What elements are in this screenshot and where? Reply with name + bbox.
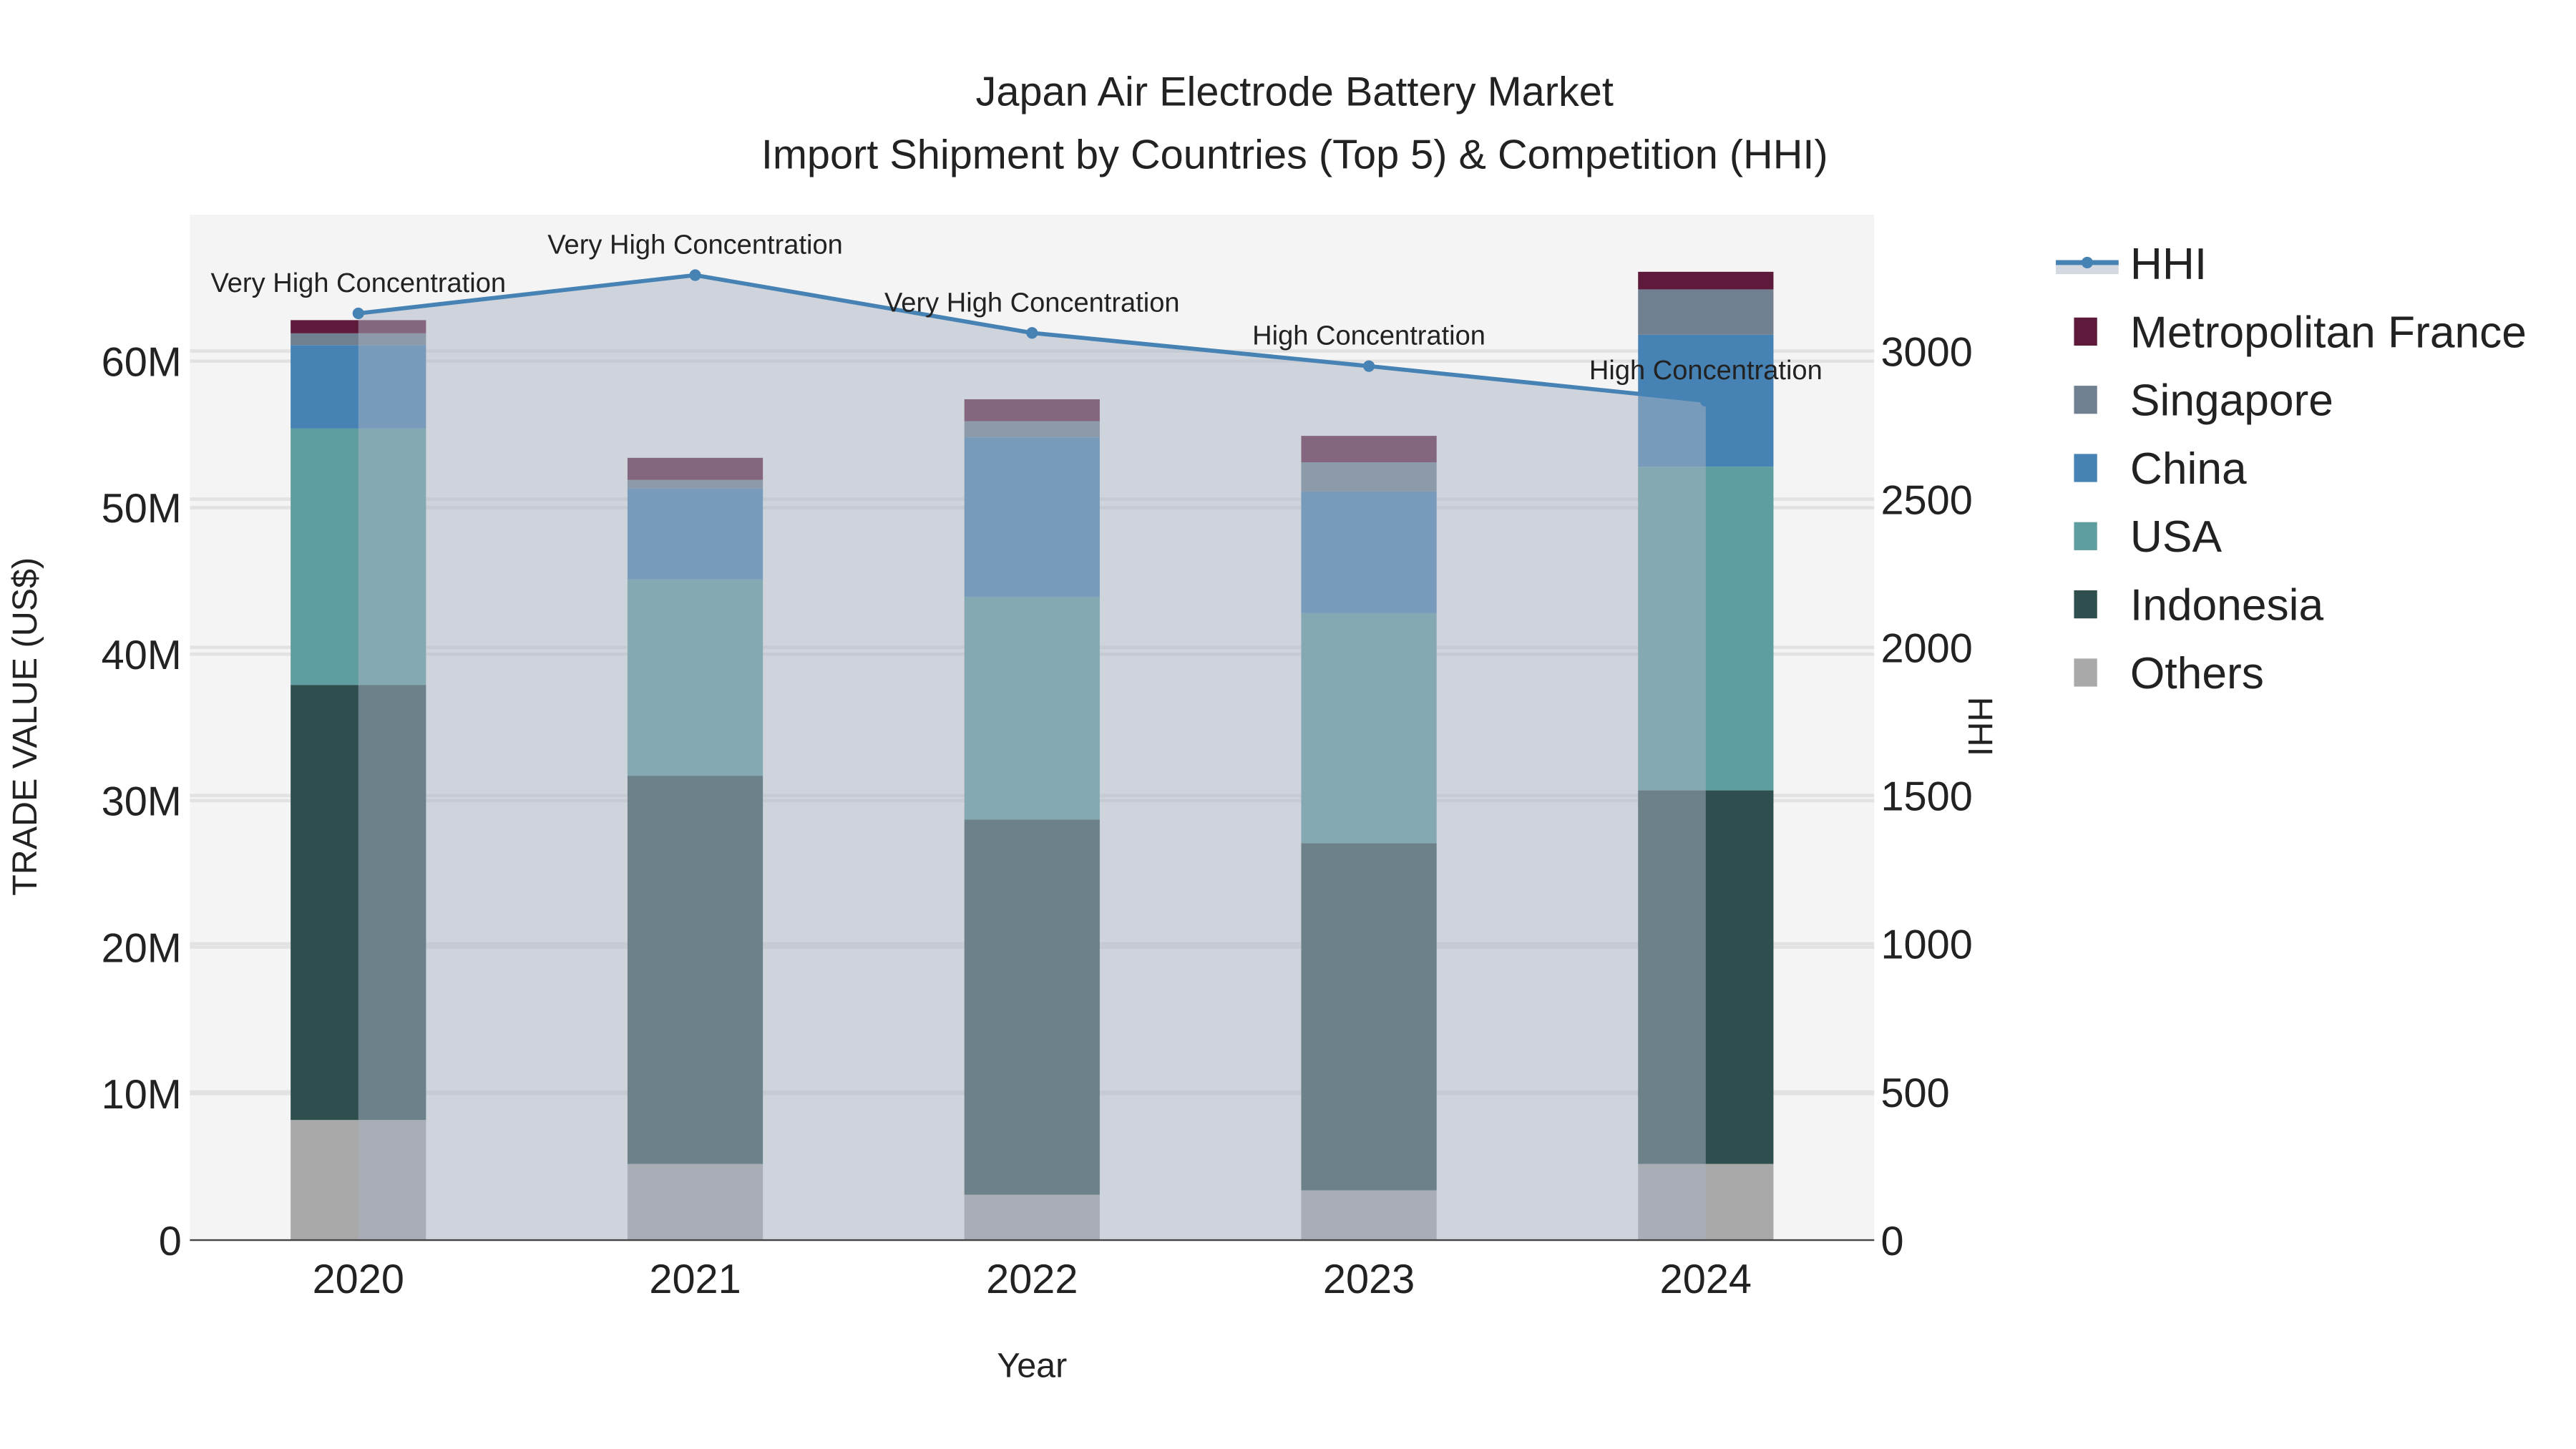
- hhi-annotation-2020: Very High Concentration: [210, 268, 506, 298]
- y2-axis-ticks: 0 500 1000 1500 2000 2500 3000: [1880, 329, 1972, 1264]
- hhi-point-2022: [1026, 327, 1038, 339]
- chart: Very High Concentration Very High Concent…: [6, 69, 2527, 1385]
- x-tick-label: 2022: [986, 1257, 1078, 1302]
- hhi-point-2024: [1699, 395, 1712, 407]
- y2-tick-label: 0: [1880, 1219, 1903, 1264]
- legend-swatch: [2074, 522, 2097, 550]
- legend-item-hhi: HHI: [2056, 240, 2207, 289]
- y-tick-label: 30M: [102, 779, 182, 825]
- legend-swatch: [2074, 590, 2097, 619]
- legend-label: Singapore: [2130, 376, 2333, 426]
- legend-label: USA: [2130, 512, 2223, 562]
- legend-swatch: [2074, 386, 2097, 414]
- y2-tick-label: 3000: [1880, 329, 1972, 375]
- hhi-point-2021: [689, 269, 701, 281]
- legend-label: HHI: [2130, 240, 2207, 289]
- legend-label: Others: [2130, 649, 2264, 698]
- y2-tick-label: 2500: [1880, 477, 1972, 523]
- legend-item-indonesia: Indonesia: [2074, 581, 2323, 630]
- legend-label: China: [2130, 444, 2247, 494]
- hhi-annotation-2023: High Concentration: [1252, 321, 1485, 351]
- y-tick-label: 50M: [102, 486, 182, 532]
- x-tick-label: 2020: [313, 1257, 404, 1302]
- legend-marker: [2081, 256, 2093, 268]
- legend: HHI Metropolitan France Singapore China USA I…: [2056, 240, 2527, 698]
- y-tick-label: 0: [159, 1219, 182, 1264]
- y2-tick-label: 1500: [1880, 774, 1972, 820]
- hhi-annotation-2021: Very High Concentration: [547, 230, 843, 260]
- hhi-area-fill: [358, 275, 1706, 1241]
- bar-singapore-2024: [1638, 289, 1774, 335]
- x-tick-label: 2023: [1323, 1257, 1415, 1302]
- hhi-area: [358, 275, 1706, 1241]
- legend-item-china: China: [2074, 444, 2247, 494]
- x-axis-ticks: 2020 2021 2022 2023 2024: [313, 1257, 1752, 1302]
- legend-item-usa: USA: [2074, 512, 2222, 562]
- chart-title: Japan Air Electrode Battery Market: [976, 69, 1614, 115]
- legend-swatch: [2074, 658, 2097, 687]
- y-tick-label: 10M: [102, 1072, 182, 1118]
- y-tick-label: 20M: [102, 925, 182, 971]
- y-axis-ticks: 0 10M 20M 30M 40M 50M 60M: [102, 339, 182, 1264]
- hhi-point-2020: [352, 307, 364, 320]
- hhi-annotation-2022: Very High Concentration: [884, 288, 1180, 318]
- x-axis-title: Year: [997, 1347, 1067, 1385]
- y2-tick-label: 500: [1880, 1070, 1949, 1116]
- y-tick-label: 40M: [102, 633, 182, 678]
- y2-tick-label: 1000: [1880, 922, 1972, 968]
- legend-label: Metropolitan France: [2130, 308, 2527, 357]
- chart-subtitle: Import Shipment by Countries (Top 5) & C…: [761, 132, 1828, 177]
- x-tick-label: 2024: [1660, 1257, 1752, 1302]
- legend-item-singapore: Singapore: [2074, 376, 2333, 426]
- hhi-annotation-2024: High Concentration: [1589, 356, 1823, 386]
- hhi-point-2023: [1363, 360, 1375, 372]
- y-tick-label: 60M: [102, 339, 182, 385]
- bar-metropolitan-france-2024: [1638, 271, 1774, 290]
- legend-label: Indonesia: [2130, 581, 2324, 630]
- legend-swatch: [2074, 454, 2097, 482]
- y-axis-title: TRADE VALUE (US$): [6, 557, 44, 896]
- y2-tick-label: 2000: [1880, 625, 1972, 671]
- y2-axis-title: HHI: [1961, 697, 1999, 756]
- legend-item-metropolitan-france: Metropolitan France: [2074, 308, 2527, 357]
- legend-swatch: [2074, 317, 2097, 346]
- x-tick-label: 2021: [649, 1257, 741, 1302]
- legend-item-others: Others: [2074, 649, 2264, 698]
